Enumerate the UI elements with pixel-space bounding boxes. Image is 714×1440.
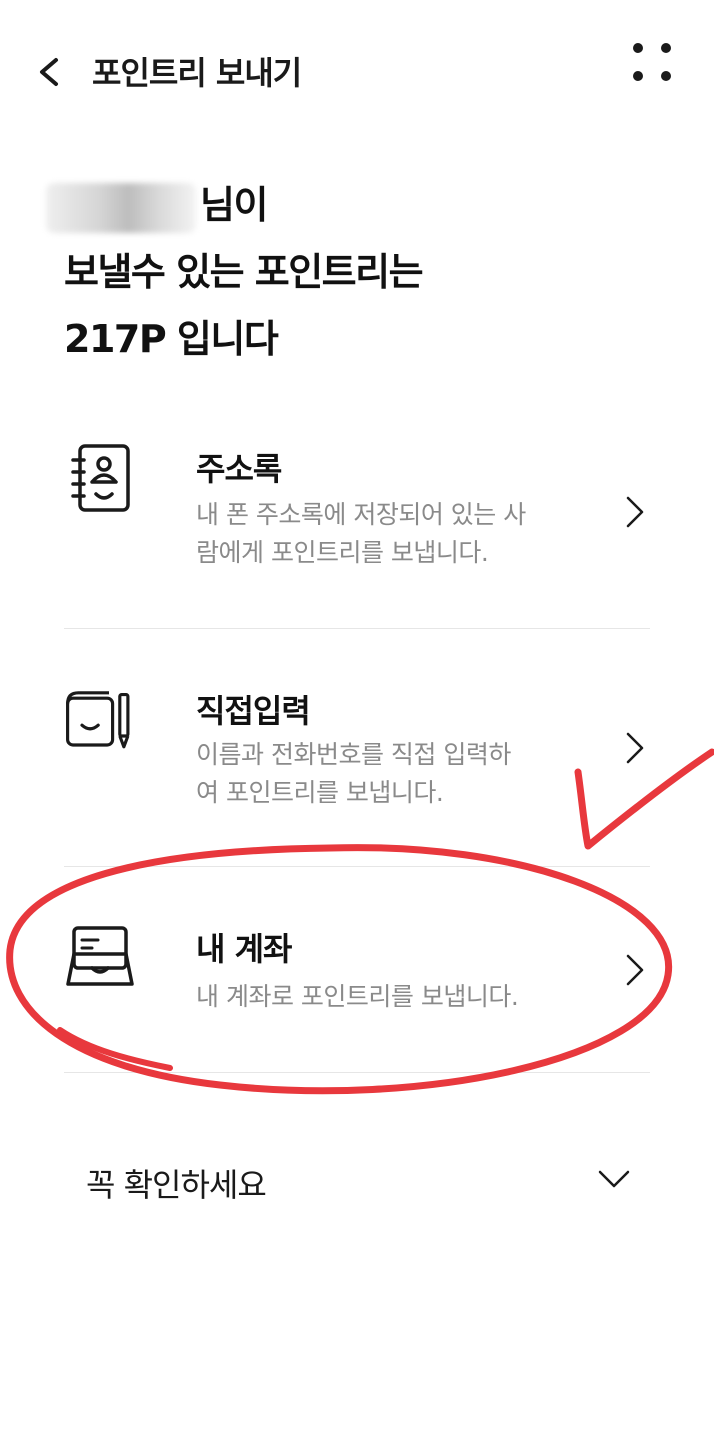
menu-item-title: 직접입력 xyxy=(196,692,311,730)
menu-item-title: 내 계좌 xyxy=(196,930,292,968)
menu-item-title: 주소록 xyxy=(196,450,282,488)
notice-label: 꼭 확인하세요 xyxy=(86,1166,267,1204)
my-account-icon xyxy=(66,926,134,986)
notebook-pen-icon xyxy=(66,691,130,749)
page-title: 포인트리 보내기 xyxy=(92,54,302,92)
divider xyxy=(64,1072,650,1073)
points-value: 217P xyxy=(64,317,167,361)
chevron-right-icon xyxy=(626,732,644,764)
redacted-user-name xyxy=(46,182,196,233)
chevron-right-icon xyxy=(626,496,644,528)
summary-line-1: 님이 xyxy=(46,172,422,239)
menu-item-description: 이름과 전화번호를 직접 입력하 여 포인트리를 보냅니다. xyxy=(196,740,511,807)
menu-item-my-account[interactable]: 내 계좌 내 계좌로 포인트리를 보냅니다. xyxy=(64,910,654,1050)
more-options-icon[interactable] xyxy=(628,38,680,86)
menu-item-description: 내 계좌로 포인트리를 보냅니다. xyxy=(196,982,519,1011)
summary-line-2: 보낼수 있는 포인트리는 xyxy=(64,250,424,294)
chevron-right-icon xyxy=(626,954,644,986)
summary-line-3: 217P 입니다 xyxy=(64,317,279,361)
menu-item-direct-input[interactable]: 직접입력 이름과 전화번호를 직접 입력하 여 포인트리를 보냅니다. xyxy=(64,672,654,842)
chevron-down-icon[interactable] xyxy=(596,1168,632,1192)
divider xyxy=(64,866,650,867)
available-points-summary: 님이 보낼수 있는 포인트리는 217P 입니다 xyxy=(46,172,424,373)
back-arrow-icon[interactable] xyxy=(30,50,70,94)
address-book-icon xyxy=(71,444,130,512)
menu-item-address-book[interactable]: 주소록 내 폰 주소록에 저장되어 있는 사 람에게 포인트리를 보냅니다. xyxy=(64,430,654,600)
menu-item-description: 내 폰 주소록에 저장되어 있는 사 람에게 포인트리를 보냅니다. xyxy=(196,500,526,567)
top-bar: 포인트리 보내기 xyxy=(0,0,714,140)
divider xyxy=(64,628,650,629)
